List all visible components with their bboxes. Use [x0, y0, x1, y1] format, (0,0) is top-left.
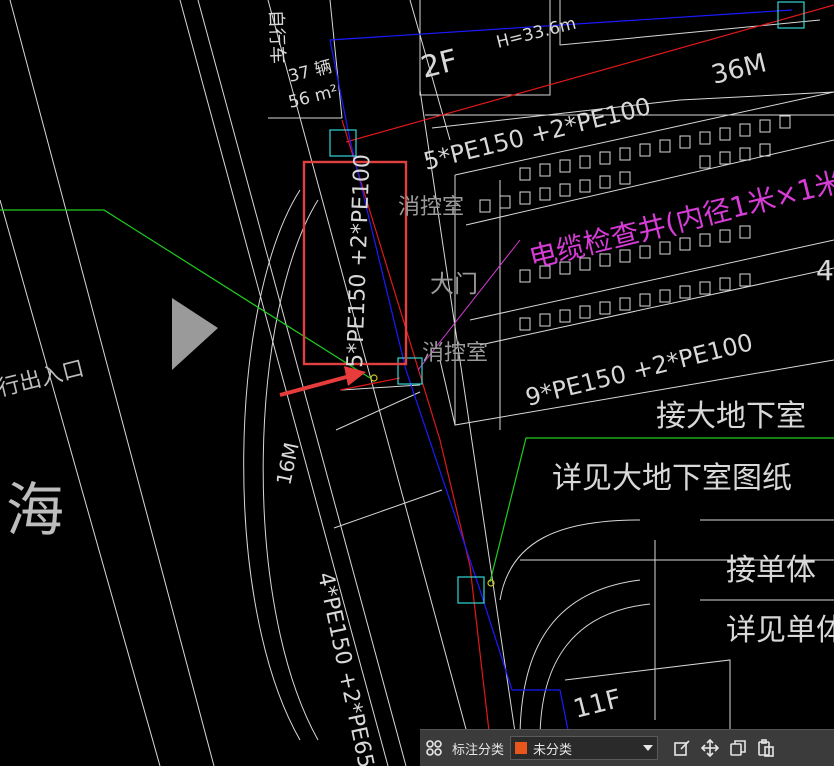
paste-button[interactable]: [752, 734, 780, 762]
move-icon: [701, 739, 720, 757]
toolbar-label: 标注分类: [452, 742, 505, 758]
annotation-toolbar: 标注分类 未分类: [420, 729, 834, 766]
grid-icon: [426, 740, 442, 756]
paste-icon: [758, 739, 774, 757]
see-unit-label: 详见单体: [726, 613, 834, 648]
category-select-value: 未分类: [533, 742, 573, 758]
grid-button[interactable]: [420, 734, 448, 762]
see-basement-label: 详见大地下室图纸: [552, 461, 792, 496]
lobby-label: 大门: [430, 270, 478, 298]
sea-char: 海: [6, 476, 64, 544]
side-4-label: 4: [816, 254, 834, 287]
fire-control-upper: 消控室: [398, 195, 464, 220]
cad-drawing-canvas[interactable]: H=33.6m 2F 36M 5*PE150 +2*PE100 5*PE150 …: [0, 0, 834, 766]
category-swatch: [515, 742, 528, 754]
copy-button[interactable]: [724, 734, 752, 762]
copy-icon: [730, 740, 746, 756]
move-button[interactable]: [696, 734, 724, 762]
connect-basement-label: 接大地下室: [656, 399, 806, 434]
category-select[interactable]: 未分类: [510, 736, 659, 760]
vertical-label: 自行车: [265, 9, 288, 64]
fire-control-lower: 消控室: [422, 341, 488, 366]
chevron-down-icon: [643, 745, 654, 751]
connect-unit-label: 接单体: [726, 553, 816, 588]
edit-button[interactable]: [668, 734, 696, 762]
edit-icon: [674, 740, 690, 756]
